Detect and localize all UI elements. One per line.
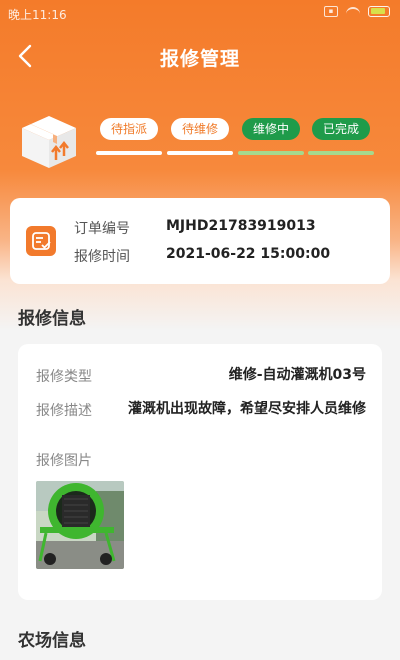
nav-bar: 报修管理 <box>0 36 400 76</box>
sim-icon: ▪ <box>324 6 338 17</box>
package-box-icon <box>20 114 78 170</box>
step-completed: 已完成 <box>308 118 374 155</box>
repair-type-label: 报修类型 <box>36 369 92 385</box>
step-pending-repair: 待维修 <box>167 118 233 155</box>
step-label: 待维修 <box>171 118 229 140</box>
order-time-row: 报修时间 2021-06-22 15:00:00 <box>74 246 330 266</box>
step-bar <box>96 151 162 155</box>
order-number-row: 订单编号 MJHD21783919013 <box>74 218 316 238</box>
order-checklist-icon <box>26 226 56 256</box>
wifi-icon <box>346 6 360 17</box>
status-icons: ▪ <box>324 6 390 17</box>
page-title: 报修管理 <box>159 48 240 70</box>
step-bar <box>308 151 374 155</box>
repair-type-value: 维修-自动灌溉机03号 <box>228 367 366 383</box>
farm-info-title: 农场信息 <box>18 631 86 651</box>
step-bar <box>167 151 233 155</box>
progress-steps: 待指派 待维修 维修中 已完成 <box>96 118 378 160</box>
step-label: 待指派 <box>100 118 158 140</box>
order-number-value: MJHD21783919013 <box>166 218 316 234</box>
step-label: 已完成 <box>312 118 370 140</box>
step-bar <box>238 151 304 155</box>
step-label: 维修中 <box>242 118 300 140</box>
status-bar: 晚上11:16 ▪ <box>0 0 400 28</box>
step-pending-assign: 待指派 <box>96 118 162 155</box>
repair-image-label: 报修图片 <box>36 453 92 469</box>
order-time-value: 2021-06-22 15:00:00 <box>166 246 331 262</box>
order-card: 订单编号 MJHD21783919013 报修时间 2021-06-22 15:… <box>10 198 390 284</box>
repair-photo[interactable] <box>36 481 124 569</box>
repair-desc-value: 灌溉机出现故障，希望尽安排人员维修 <box>128 401 366 417</box>
order-time-label: 报修时间 <box>74 249 130 265</box>
repair-info-card: 报修类型 维修-自动灌溉机03号 报修描述 灌溉机出现故障，希望尽安排人员维修 … <box>18 344 382 600</box>
repair-info-title: 报修信息 <box>18 309 86 329</box>
status-time: 晚上11:16 <box>8 8 67 22</box>
step-repairing: 维修中 <box>238 118 304 155</box>
battery-icon <box>368 6 390 17</box>
order-number-label: 订单编号 <box>74 221 130 237</box>
repair-desc-label: 报修描述 <box>36 403 92 419</box>
